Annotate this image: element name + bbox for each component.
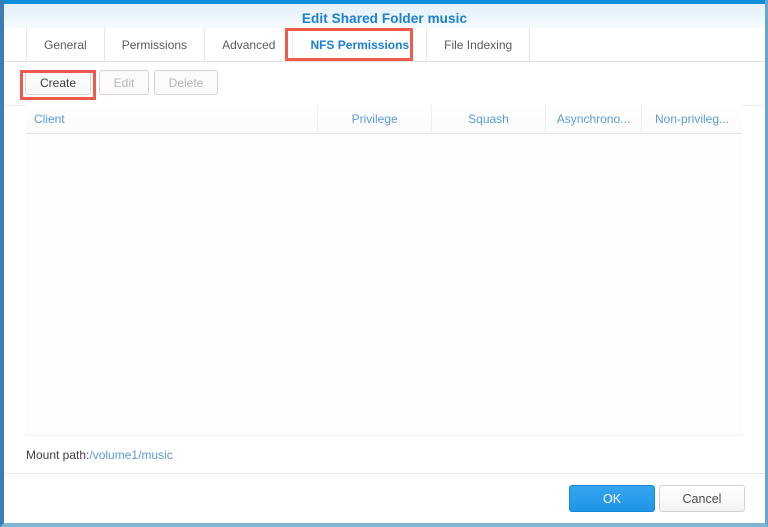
mount-path-label: Mount path:: [26, 447, 90, 462]
tab-nfs-permissions-label: NFS Permissions: [310, 37, 410, 52]
ok-button[interactable]: OK: [569, 485, 655, 512]
column-header-asynchronous-label: Asynchrono...: [556, 112, 631, 126]
column-header-client[interactable]: Client: [26, 105, 319, 133]
ok-button-label: OK: [602, 491, 622, 506]
column-header-client-label: Client: [34, 112, 65, 126]
cancel-button[interactable]: Cancel: [659, 485, 745, 512]
column-header-asynchronous[interactable]: Asynchrono...: [546, 105, 642, 133]
mount-path-bar: Mount path:/volume1/music: [26, 435, 742, 473]
mount-path-value: /volume1/music: [89, 447, 173, 462]
edit-button[interactable]: Edit: [99, 70, 149, 95]
dialog-footer: OK Cancel: [4, 473, 765, 523]
tab-general-label: General: [44, 37, 87, 52]
tab-permissions-label: Permissions: [121, 37, 188, 52]
delete-button[interactable]: Delete: [154, 70, 218, 95]
tab-nfs-permissions[interactable]: NFS Permissions: [293, 28, 428, 66]
tab-bar: General Permissions Advanced NFS Permiss…: [4, 28, 765, 66]
edit-button-label: Edit: [113, 75, 135, 90]
delete-button-label: Delete: [168, 75, 204, 90]
table-body-empty: [26, 134, 742, 436]
tab-advanced[interactable]: Advanced: [205, 28, 294, 61]
create-button-label: Create: [39, 75, 77, 90]
dialog-header: Edit Shared Folder music: [4, 0, 765, 28]
tab-general[interactable]: General: [26, 28, 105, 61]
edit-shared-folder-dialog: Edit Shared Folder music General Permiss…: [0, 0, 768, 527]
column-header-squash-label: Squash: [468, 112, 509, 126]
tab-file-indexing[interactable]: File Indexing: [427, 28, 531, 61]
create-button[interactable]: Create: [25, 70, 91, 95]
column-header-privilege[interactable]: Privilege: [318, 105, 433, 133]
column-header-squash[interactable]: Squash: [432, 105, 546, 133]
column-header-non-privileged-label: Non-privileg...: [654, 112, 730, 126]
tab-strip: General Permissions Advanced NFS Permiss…: [26, 28, 531, 66]
tab-advanced-label: Advanced: [222, 37, 276, 52]
column-header-non-privileged[interactable]: Non-privileg...: [642, 105, 742, 133]
cancel-button-label: Cancel: [682, 491, 722, 506]
tab-file-indexing-label: File Indexing: [444, 37, 513, 52]
nfs-rules-table: Client Privilege Squash Asynchrono... No…: [26, 105, 742, 436]
column-header-privilege-label: Privilege: [351, 112, 398, 126]
page-title: Edit Shared Folder music: [301, 11, 468, 26]
tab-permissions[interactable]: Permissions: [104, 28, 206, 61]
table-header-row: Client Privilege Squash Asynchrono... No…: [26, 105, 742, 134]
table-toolbar: Create Edit Delete: [4, 62, 765, 106]
